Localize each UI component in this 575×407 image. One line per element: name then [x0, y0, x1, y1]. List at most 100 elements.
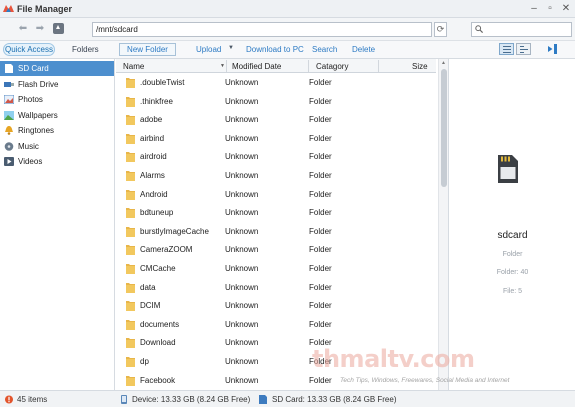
column-header-modified-date[interactable]: Modified Date: [232, 62, 281, 71]
folder-icon: [126, 78, 135, 88]
search-icon: [475, 25, 483, 33]
file-modified-date: Unknown: [225, 133, 259, 143]
tab-quick-access[interactable]: Quick Access: [3, 43, 55, 56]
file-name: CameraZOOM: [140, 245, 193, 255]
sdcard-large-icon: [498, 155, 518, 183]
file-name: Alarms: [140, 171, 165, 180]
tab-folders[interactable]: Folders: [72, 45, 99, 54]
videos-icon: [4, 157, 14, 166]
forward-arrow-icon[interactable]: ➡: [34, 24, 46, 34]
file-modified-date: Unknown: [225, 189, 259, 199]
table-row[interactable]: bdtuneup Unknown Folder: [116, 203, 436, 222]
table-row[interactable]: documents Unknown Folder: [116, 315, 436, 334]
table-row[interactable]: CMCache Unknown Folder: [116, 259, 436, 278]
upload-button[interactable]: Upload: [196, 45, 221, 54]
column-divider[interactable]: [226, 60, 227, 72]
upload-dropdown-icon[interactable]: ▼: [228, 45, 234, 51]
wallpapers-icon: [4, 110, 14, 120]
table-row[interactable]: Android Unknown Folder: [116, 185, 436, 204]
sidebar-item-ringtones[interactable]: Ringtones: [0, 123, 114, 138]
sidebar-item-videos[interactable]: Videos: [0, 154, 114, 169]
sidebar-item-photos[interactable]: Photos: [0, 92, 114, 107]
list-view-icon[interactable]: [499, 43, 514, 55]
refresh-icon[interactable]: ⟳: [434, 22, 447, 37]
file-modified-date: Unknown: [225, 226, 259, 236]
table-row[interactable]: adobe Unknown Folder: [116, 110, 436, 129]
file-modified-date: Unknown: [225, 96, 259, 106]
file-name: airdroid: [140, 152, 167, 162]
file-modified-date: Unknown: [225, 171, 259, 180]
file-name: .doubleTwist: [140, 78, 185, 87]
back-arrow-icon[interactable]: ⬅: [17, 24, 29, 34]
sdcard-icon: [5, 64, 13, 73]
watermark: thmaltv.com Tech Tips, Windows, Freeware…: [312, 345, 574, 390]
maximize-button[interactable]: ▫: [543, 2, 557, 15]
search-button[interactable]: Search: [312, 45, 337, 54]
sidebar-item-label: Wallpapers: [18, 110, 58, 120]
file-list: Name ▼ Modified Date Catagory Size .doub…: [116, 59, 449, 390]
scrollbar-thumb[interactable]: [441, 69, 447, 187]
column-header-category[interactable]: Catagory: [316, 62, 348, 71]
table-row[interactable]: Alarms Unknown Folder: [116, 166, 436, 185]
table-row[interactable]: DCIM Unknown Folder: [116, 296, 436, 315]
file-modified-date: Unknown: [225, 319, 259, 329]
folder-icon: [126, 226, 135, 237]
alert-icon: [5, 395, 13, 404]
status-bar: 45 items Device: 13.33 GB (8.24 GB Free)…: [0, 390, 575, 407]
path-input[interactable]: /mnt/sdcard: [92, 22, 432, 37]
path-bar: ⬅ ➡ /mnt/sdcard ⟳: [0, 18, 575, 41]
file-modified-date: Unknown: [225, 338, 259, 348]
sdcard-storage: SD Card: 13.33 GB (8.24 GB Free): [272, 395, 397, 404]
column-header-size[interactable]: Size: [412, 62, 428, 71]
item-count: 45 items: [17, 395, 48, 404]
column-divider[interactable]: [378, 60, 379, 72]
sidebar-item-label: Music: [18, 141, 39, 151]
folder-icon: [126, 189, 135, 200]
column-header-name[interactable]: Name: [123, 62, 144, 71]
file-category: Folder: [309, 152, 332, 162]
delete-button[interactable]: Delete: [352, 45, 375, 54]
sidebar-item-music[interactable]: Music: [0, 139, 114, 154]
folder-icon: [126, 96, 135, 107]
table-row[interactable]: airdroid Unknown Folder: [116, 147, 436, 166]
file-category: Folder: [309, 171, 332, 180]
vertical-scrollbar[interactable]: ▲: [438, 59, 448, 390]
toggle-panel-icon[interactable]: [548, 44, 558, 54]
table-row[interactable]: .thinkfree Unknown Folder: [116, 92, 436, 111]
file-category: Folder: [309, 189, 332, 199]
minimize-button[interactable]: –: [527, 2, 541, 15]
file-name: data: [140, 282, 156, 292]
sidebar-item-wallpapers[interactable]: Wallpapers: [0, 108, 114, 123]
close-button[interactable]: ✕: [559, 2, 573, 15]
file-list-header: Name ▼ Modified Date Catagory Size: [116, 59, 436, 73]
search-input[interactable]: [486, 24, 570, 35]
table-row[interactable]: CameraZOOM Unknown Folder: [116, 240, 436, 259]
table-row[interactable]: .doubleTwist Unknown Folder: [116, 73, 436, 92]
folder-icon: [126, 264, 135, 274]
folder-icon: [126, 115, 135, 126]
up-folder-icon[interactable]: [53, 23, 64, 34]
file-category: Folder: [309, 319, 332, 329]
file-name: bdtuneup: [140, 208, 174, 218]
table-row[interactable]: airbind Unknown Folder: [116, 129, 436, 148]
new-folder-button[interactable]: New Folder: [119, 43, 176, 56]
detail-view-icon[interactable]: [516, 43, 531, 55]
sidebar-item-flash-drive[interactable]: Flash Drive: [0, 77, 114, 92]
folder-icon: [126, 282, 135, 293]
column-divider[interactable]: [308, 60, 309, 72]
download-to-pc-button[interactable]: Download to PC: [246, 45, 304, 54]
file-category: Folder: [309, 282, 332, 292]
file-name: CMCache: [140, 264, 176, 273]
table-row[interactable]: data Unknown Folder: [116, 278, 436, 297]
file-category: Folder: [309, 96, 332, 106]
file-category: Folder: [309, 115, 332, 125]
title-bar: File Manager – ▫ ✕: [0, 0, 575, 18]
search-box[interactable]: [471, 22, 572, 37]
file-name: documents: [140, 319, 180, 329]
table-row[interactable]: burstlyImageCache Unknown Folder: [116, 222, 436, 241]
folder-icon: [126, 171, 135, 181]
folder-icon: [126, 301, 135, 312]
scroll-up-icon[interactable]: ▲: [441, 60, 446, 66]
sidebar-item-sd-card[interactable]: SD Card: [0, 61, 114, 76]
ringtones-icon: [5, 126, 13, 135]
